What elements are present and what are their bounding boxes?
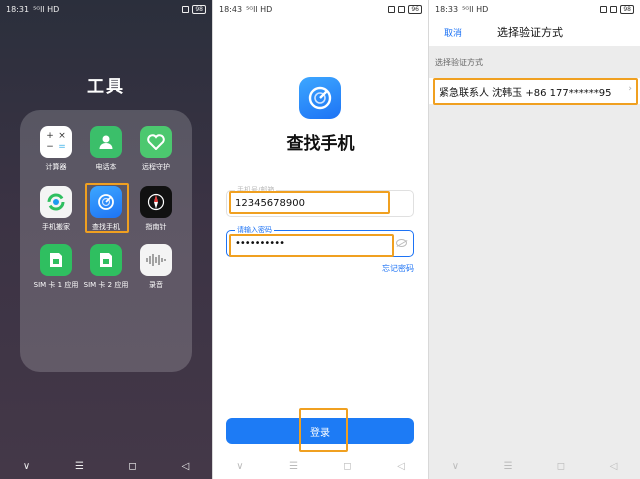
sim2-icon: [90, 244, 122, 276]
nav-back-icon[interactable]: ◁: [176, 461, 196, 472]
app-compass[interactable]: 指南针: [131, 186, 181, 232]
shield-icon: [398, 5, 406, 13]
nav-down-icon[interactable]: ∨: [445, 461, 465, 472]
phone-clone-icon: [40, 186, 72, 218]
find-phone-logo-icon: [299, 77, 341, 119]
nav-menu-icon[interactable]: ☰: [284, 461, 304, 472]
login-highlight: [299, 408, 348, 452]
app-label: SIM 卡 2 应用: [83, 281, 129, 289]
find-phone-login-screen: 18:43 ⁵ᴳll HD 96 查找手机 手机号/邮箱 12345678900…: [213, 0, 428, 479]
nav-menu-icon[interactable]: ☰: [498, 461, 518, 472]
verification-method-screen: 18:33 ⁵ᴳll HD 98 取消 选择验证方式 选择验证方式 紧急联系人 …: [429, 0, 640, 479]
heart-shield-icon: [140, 126, 172, 158]
compass-icon: [140, 186, 172, 218]
app-title: 查找手机: [286, 134, 355, 154]
show-password-icon[interactable]: [396, 239, 407, 247]
battery-indicator: 98: [620, 4, 634, 14]
password-highlight: [229, 234, 394, 257]
app-label: 手机搬家: [42, 223, 70, 231]
signal-indicator: ⁵ᴳll HD: [33, 4, 60, 14]
signal-indicator: ⁵ᴳll HD: [246, 4, 273, 14]
app-recorder[interactable]: 录音: [131, 244, 181, 290]
navigation-bar: ∨ ☰ ◻ ◁: [213, 453, 428, 479]
forgot-password-link[interactable]: 忘记密码: [382, 263, 414, 274]
sim1-icon: [40, 244, 72, 276]
status-time: 18:31: [6, 4, 30, 14]
status-bar: 18:43 ⁵ᴳll HD 96: [213, 0, 428, 18]
nav-home-icon[interactable]: ◻: [123, 461, 143, 472]
nav-back-icon[interactable]: ◁: [391, 461, 411, 472]
status-bar: 18:31 ⁵ᴳll HD 98: [0, 0, 212, 18]
app-label: 计算器: [45, 163, 67, 171]
app-phone-clone[interactable]: 手机搬家: [31, 186, 81, 232]
option-highlight: [433, 78, 638, 105]
app-label: 电话本: [95, 163, 117, 171]
app-remote-guard[interactable]: 远程守护: [131, 126, 181, 172]
battery-indicator: 96: [408, 4, 422, 14]
header-bar: 取消 选择验证方式: [429, 18, 640, 46]
page-title: 选择验证方式: [497, 26, 563, 39]
section-label: 选择验证方式: [435, 58, 483, 67]
app-sim1[interactable]: SIM 卡 1 应用: [31, 244, 81, 290]
nfc-icon: [182, 5, 190, 13]
app-folder: + × − = 计算器 电话本 远程守护 手机搬家 查找手机 指南针 SIM 卡…: [20, 110, 192, 372]
signal-indicator: ⁵ᴳll HD: [462, 4, 489, 14]
app-contacts[interactable]: 电话本: [81, 126, 131, 172]
nav-down-icon[interactable]: ∨: [230, 461, 250, 472]
cancel-button[interactable]: 取消: [444, 26, 462, 39]
nav-down-icon[interactable]: ∨: [17, 461, 37, 472]
app-label: 远程守护: [142, 163, 170, 171]
app-calculator[interactable]: + × − = 计算器: [31, 126, 81, 172]
recorder-icon: [140, 244, 172, 276]
tools-folder-screen: 18:31 ⁵ᴳll HD 98 工具 + × − = 计算器 电话本 远程守护…: [0, 0, 212, 479]
folder-title: 工具: [87, 77, 125, 97]
find-phone-highlight: [85, 183, 129, 233]
app-label: 录音: [149, 281, 163, 289]
nav-home-icon[interactable]: ◻: [337, 461, 357, 472]
status-time: 18:33: [435, 4, 459, 14]
navigation-bar: ∨ ☰ ◻ ◁: [429, 453, 640, 479]
nav-back-icon[interactable]: ◁: [604, 461, 624, 472]
status-bar: 18:33 ⁵ᴳll HD 98: [429, 0, 640, 18]
app-label: 指南针: [145, 223, 167, 231]
nfc-icon: [388, 5, 396, 13]
navigation-bar: ∨ ☰ ◻ ◁: [0, 453, 212, 479]
account-highlight: [229, 191, 390, 214]
nav-home-icon[interactable]: ◻: [551, 461, 571, 472]
nav-menu-icon[interactable]: ☰: [70, 461, 90, 472]
shield-icon: [610, 5, 618, 13]
battery-indicator: 98: [192, 4, 206, 14]
app-sim2[interactable]: SIM 卡 2 应用: [81, 244, 131, 290]
app-label: SIM 卡 1 应用: [33, 281, 79, 289]
status-time: 18:43: [219, 4, 243, 14]
contacts-icon: [90, 126, 122, 158]
nfc-icon: [600, 5, 608, 13]
calculator-icon: + × − =: [40, 126, 72, 158]
